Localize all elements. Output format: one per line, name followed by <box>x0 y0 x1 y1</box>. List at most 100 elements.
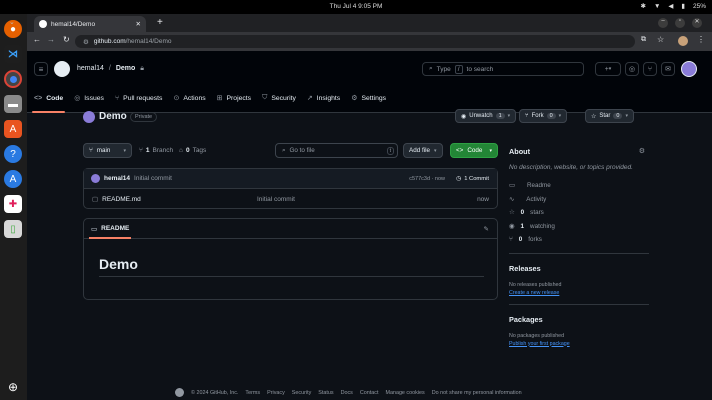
accessibility-icon[interactable]: ✱ <box>641 2 646 10</box>
volume-icon[interactable]: ◀ <box>668 2 673 10</box>
readme-tab[interactable]: ▭ README ✎ <box>84 219 497 239</box>
tab-settings[interactable]: ⚙ Settings <box>351 86 386 110</box>
unwatch-button[interactable]: ◉ Unwatch 1 ▾ <box>455 109 517 123</box>
maximize-icon[interactable]: ▫ <box>675 18 685 28</box>
about-sidebar: About ⚙ No description, website, or topi… <box>509 147 649 347</box>
minimize-icon[interactable]: – <box>658 18 668 28</box>
packages-title[interactable]: Packages <box>509 315 649 324</box>
footer-link-terms[interactable]: Terms <box>245 390 260 396</box>
repo-link[interactable]: Demo <box>116 65 135 73</box>
forks-link[interactable]: ⑂ 0 forks <box>509 233 649 247</box>
gear-icon: ⚙ <box>351 95 358 102</box>
chrome-menu-icon[interactable]: ⋮ <box>697 35 705 44</box>
tab-projects[interactable]: ⊞ Projects <box>217 86 251 110</box>
branch-icon: ⑂ <box>139 147 143 154</box>
github-logo-icon[interactable] <box>54 61 70 77</box>
reload-icon[interactable]: ↻ <box>63 35 70 44</box>
owner-link[interactable]: hemal14 <box>77 65 104 73</box>
github-footer-logo-icon[interactable] <box>175 388 184 397</box>
fork-icon: ⑂ <box>525 113 529 119</box>
system-tray[interactable]: ✱ ▼ ◀ ▮ 25% <box>641 2 706 11</box>
create-release-link[interactable]: Create a new release <box>509 290 649 296</box>
issues-icon[interactable]: ◎ <box>625 62 639 76</box>
menu-icon[interactable]: ≡ <box>34 62 48 76</box>
tags-link[interactable]: ⌂ 0 Tags <box>179 147 206 154</box>
close-tab-icon[interactable]: ✕ <box>136 20 141 28</box>
battery-icon[interactable]: ▮ <box>681 2 685 10</box>
user-avatar[interactable] <box>681 61 697 77</box>
tab-actions[interactable]: ⊙ Actions <box>173 86 205 110</box>
forward-icon[interactable]: → <box>47 35 55 44</box>
new-tab-icon[interactable]: + <box>157 17 163 28</box>
footer-link-privacy[interactable]: Privacy <box>267 390 285 396</box>
commit-hash-time[interactable]: c577c3d · now <box>409 176 445 182</box>
pull-requests-icon[interactable]: ⑂ <box>643 62 657 76</box>
publish-package-link[interactable]: Publish your first package <box>509 341 649 347</box>
footer-copyright: © 2024 GitHub, Inc. <box>191 389 239 396</box>
browser-tab[interactable]: hemal14/Demo ✕ <box>34 16 146 32</box>
bookmark-star-icon[interactable]: ☆ <box>657 35 664 44</box>
fork-button[interactable]: ⑂ Fork 0 ▾ <box>519 109 568 123</box>
file-name[interactable]: README.md <box>102 196 141 203</box>
os-top-bar: Thu Jul 4 9:05 PM ✱ ▼ ◀ ▮ 25% <box>0 0 712 14</box>
footer-link-do-not-share[interactable]: Do not share my personal information <box>432 390 522 396</box>
footer-link-docs[interactable]: Docs <box>341 390 353 396</box>
stars-link[interactable]: ☆ 0 stars <box>509 206 649 220</box>
edit-icon[interactable]: ✎ <box>484 225 489 233</box>
trash-icon[interactable]: ▯ <box>4 220 22 238</box>
tab-security[interactable]: ⛉ Security <box>262 86 296 110</box>
repo-title-row: Demo Private ◉ Unwatch 1 ▾ ⑂ Fork 0 ▾ ☆ Star 0 ▾ <box>83 109 648 127</box>
url-field[interactable]: ⚙ github.com/hemal14/Demo <box>75 35 635 48</box>
readme-link[interactable]: ▭ Readme <box>509 179 649 193</box>
commit-message[interactable]: Initial commit <box>134 175 172 182</box>
activity-link[interactable]: ∿ Activity <box>509 193 649 207</box>
author-avatar[interactable] <box>91 174 100 183</box>
footer-link-status[interactable]: Status <box>318 390 333 396</box>
branches-link[interactable]: ⑂ 1 Branch <box>139 147 173 154</box>
footer-link-contact[interactable]: Contact <box>360 390 379 396</box>
repo-name[interactable]: Demo <box>99 111 127 122</box>
tab-insights[interactable]: ↗ Insights <box>307 86 340 110</box>
repo-owner-avatar[interactable] <box>83 111 95 123</box>
add-file-button[interactable]: Add file ▾ <box>403 143 443 158</box>
file-commit-message[interactable]: Initial commit <box>257 196 295 203</box>
tab-code[interactable]: <> Code <box>31 86 66 113</box>
footer-link-cookies[interactable]: Manage cookies <box>385 390 424 396</box>
wifi-icon[interactable]: ▼ <box>654 3 660 10</box>
go-to-file-input[interactable]: ⌕ Go to file t <box>275 143 398 158</box>
updates-icon[interactable]: A <box>4 170 22 188</box>
breadcrumb-separator: / <box>108 65 111 72</box>
chrome-icon[interactable] <box>4 70 22 88</box>
back-icon[interactable]: ← <box>33 35 41 44</box>
search-input[interactable]: ⌕ Type / to search <box>422 62 584 76</box>
inbox-icon[interactable]: ✉ <box>661 62 675 76</box>
releases-title[interactable]: Releases <box>509 264 649 273</box>
search-suffix: to search <box>466 65 494 73</box>
files-icon[interactable]: ▬ <box>4 95 22 113</box>
gear-icon[interactable]: ⚙ <box>639 147 645 155</box>
vscode-icon[interactable]: ⋊ <box>4 45 22 63</box>
page-footer: © 2024 GitHub, Inc. Terms Privacy Securi… <box>175 388 522 397</box>
help-icon[interactable]: ? <box>4 145 22 163</box>
install-app-icon[interactable]: ⧉ <box>641 36 646 44</box>
eye-icon: ◉ <box>461 113 467 120</box>
table-row[interactable]: ▢ README.md Initial commit now <box>84 189 497 209</box>
app-center-icon[interactable]: A <box>4 120 22 138</box>
commit-author[interactable]: hemal14 <box>104 175 130 182</box>
star-button[interactable]: ☆ Star 0 ▾ <box>585 109 634 123</box>
branch-select[interactable]: ⑂ main ▾ <box>83 143 132 158</box>
commit-count-link[interactable]: ◷ 1 Commit <box>456 176 489 182</box>
site-info-icon[interactable]: ⚙ <box>83 38 89 46</box>
footer-link-security[interactable]: Security <box>292 390 311 396</box>
show-apps-icon[interactable]: ⊕ <box>4 378 22 396</box>
tab-search-icon[interactable]: ⌄ <box>9 18 15 26</box>
watching-link[interactable]: ◉ 1 watching <box>509 220 649 234</box>
code-button[interactable]: <> Code ▾ <box>450 143 498 158</box>
slack-icon[interactable]: ✚ <box>4 195 22 213</box>
tab-issues[interactable]: ◎ Issues <box>74 86 104 110</box>
tab-pull-requests[interactable]: ⑂ Pull requests <box>115 86 163 110</box>
system-clock[interactable]: Thu Jul 4 9:05 PM <box>0 3 712 10</box>
close-window-icon[interactable]: ✕ <box>692 18 702 28</box>
profile-avatar[interactable] <box>678 36 688 46</box>
create-new-button[interactable]: + ▾ <box>595 62 621 76</box>
